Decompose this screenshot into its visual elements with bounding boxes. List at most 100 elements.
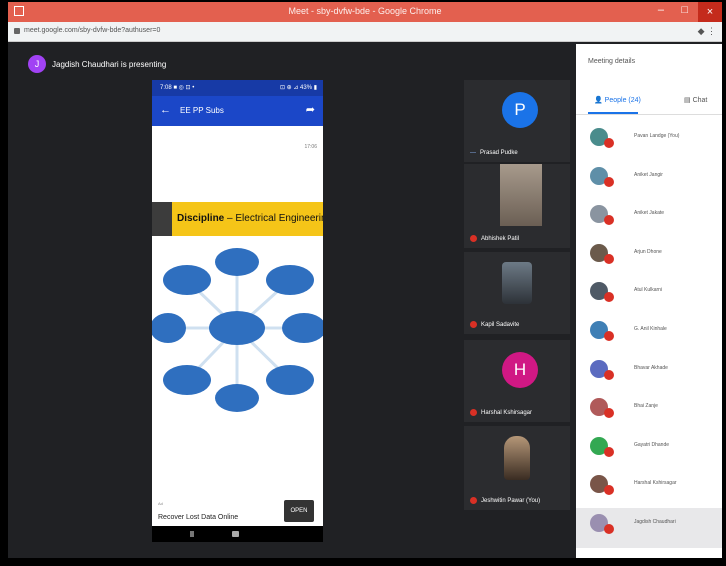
mind-map-node — [163, 265, 211, 295]
mic-off-icon — [604, 369, 614, 380]
phone-app-bar: ← EE PP Subs ➦ — [152, 96, 323, 126]
phone-status-left: 7:08 ■ ◎ ⊡ • — [160, 85, 195, 91]
phone-status-right: ⊡ ⊕ ⊿ 43% ▮ — [279, 85, 317, 91]
address-bar[interactable]: meet.google.com/sby-dvfw-bde?authuser=0 … — [8, 22, 722, 42]
tab-divider — [576, 114, 722, 115]
mind-map-node — [266, 265, 314, 295]
lock-icon — [14, 28, 20, 34]
browser-title-bar: Meet - sby-dvfw-bde - Google Chrome – □ … — [8, 2, 722, 22]
participant-name: — Prasad Pudke — [470, 150, 518, 156]
person-row[interactable]: Pavan Landge (You) — [576, 124, 722, 158]
close-window-button[interactable]: × — [698, 2, 722, 22]
banner-yellow-block: Discipline – Electrical Engineering — [172, 202, 323, 236]
presenter-avatar: J — [28, 55, 46, 73]
mic-off-icon — [470, 234, 477, 242]
participant-name-text: Harshal Kshirsagar — [481, 410, 533, 416]
people-icon: 👤 — [594, 97, 605, 104]
mic-off-icon — [604, 408, 614, 419]
mind-map-node — [215, 248, 259, 276]
url-text[interactable]: meet.google.com/sby-dvfw-bde?authuser=0 — [24, 27, 160, 34]
meet-window: Meet - sby-dvfw-bde - Google Chrome – □ … — [6, 0, 724, 560]
mind-map-node — [266, 365, 314, 395]
participant-video — [502, 262, 532, 304]
participant-name-text: Jeshwitin Pawar (You) — [481, 498, 541, 504]
participant-name-text: Kapil Sadavite — [481, 322, 520, 328]
mic-off-icon — [470, 496, 477, 504]
participant-tile[interactable]: H Harshal Kshirsagar — [464, 340, 570, 422]
person-name: Aniket Jangir — [634, 171, 663, 178]
mind-map-node — [152, 313, 186, 343]
window-title: Meet - sby-dvfw-bde - Google Chrome — [288, 6, 442, 16]
person-row[interactable]: G. Anil Kinhale — [576, 317, 722, 351]
discipline-banner: Discipline – Electrical Engineering — [152, 202, 323, 236]
tab-chat[interactable]: ▤ Chat — [684, 96, 707, 104]
person-name: Bhavar Akhade — [634, 364, 668, 371]
back-arrow-icon: ← — [160, 104, 171, 116]
participant-avatar: P — [502, 92, 538, 128]
person-name: Pavan Landge (You) — [634, 133, 680, 139]
audio-wave-icon: — — [470, 150, 476, 156]
person-row[interactable]: Bhai Zanje — [576, 394, 722, 428]
banner-dark-block — [152, 202, 172, 236]
mic-off-icon — [604, 292, 614, 303]
mind-map-node — [163, 365, 211, 395]
banner-rest: – Electrical Engineering — [224, 213, 323, 224]
mic-off-icon — [604, 215, 614, 226]
mic-off-icon — [604, 253, 614, 264]
participant-name: Harshal Kshirsagar — [470, 408, 533, 416]
app-title: EE PP Subs — [180, 106, 224, 115]
person-row[interactable]: Arjun Dhone — [576, 240, 722, 274]
person-row[interactable]: Aniket Jakate — [576, 201, 722, 235]
person-row[interactable]: Bhavar Akhade — [576, 356, 722, 390]
share-icon: ➦ — [305, 104, 315, 116]
person-name: Aniket Jakate — [634, 210, 665, 217]
person-row[interactable]: Jagdish Chaudhari — [576, 510, 722, 544]
person-name: G. Anil Kinhale — [634, 326, 667, 332]
mic-off-icon — [604, 176, 614, 187]
person-row[interactable]: Atul Kulkarni — [576, 278, 722, 312]
ad-open-button: OPEN — [284, 500, 314, 522]
person-name: Gayatri Dhande — [634, 441, 670, 448]
mic-off-icon — [604, 524, 614, 534]
mic-off-icon — [604, 446, 614, 457]
participant-tile[interactable]: Jeshwitin Pawar (You) — [464, 426, 570, 510]
minimize-button[interactable]: – — [658, 4, 664, 16]
shared-screen: 7:08 ■ ◎ ⊡ • ⊡ ⊕ ⊿ 43% ▮ ← EE PP Subs ➦ … — [152, 80, 323, 542]
person-row[interactable]: Aniket Jangir — [576, 163, 722, 197]
maximize-button[interactable]: □ — [681, 4, 688, 16]
phone-home-icon — [232, 531, 239, 537]
participant-name: Jeshwitin Pawar (You) — [470, 496, 541, 504]
ad-label: Ad — [158, 501, 163, 506]
mic-off-icon — [604, 485, 614, 496]
person-name: Atul Kulkarni — [634, 287, 663, 294]
person-name: Jagdish Chaudhari — [634, 519, 676, 525]
person-name: Bhai Zanje — [634, 403, 658, 410]
mind-map-diagram — [152, 248, 323, 412]
participant-avatar: H — [502, 352, 538, 388]
participant-tile[interactable]: P — Prasad Pudke — [464, 80, 570, 162]
tab-people-label: People (24) — [604, 97, 641, 104]
tab-people[interactable]: 👤 People (24) — [594, 96, 641, 104]
participant-name: Kapil Sadavite — [470, 320, 520, 328]
people-panel: Meeting details × 👤 People (24) ▤ Chat P… — [576, 44, 722, 558]
tab-chat-label: Chat — [692, 97, 708, 104]
person-row[interactable]: Gayatri Dhande — [576, 433, 722, 467]
phone-nav-bar — [152, 526, 323, 542]
person-name: Harshal Kshirsagar — [634, 480, 677, 487]
person-name: Arjun Dhone — [634, 248, 662, 255]
mic-off-icon — [604, 138, 614, 148]
mic-off-icon — [470, 408, 477, 416]
participant-name-text: Abhishek Patil — [481, 236, 520, 242]
mind-map-node — [282, 313, 323, 343]
mic-off-icon — [470, 320, 477, 328]
mind-map-node — [215, 384, 259, 412]
chat-icon: ▤ — [684, 97, 693, 104]
banner-text: Discipline – Electrical Engineering — [177, 213, 323, 224]
participant-name-text: Prasad Pudke — [480, 150, 518, 156]
person-row[interactable]: Harshal Kshirsagar — [576, 471, 722, 505]
bookmark-star-icon[interactable]: ◆ ⋮ — [698, 26, 716, 37]
document-date: 17:06 — [304, 144, 317, 150]
participant-tile[interactable]: Abhishek Patil — [464, 164, 570, 248]
presenting-label: Jagdish Chaudhari is presenting — [52, 60, 167, 69]
participant-tile[interactable]: Kapil Sadavite — [464, 252, 570, 334]
